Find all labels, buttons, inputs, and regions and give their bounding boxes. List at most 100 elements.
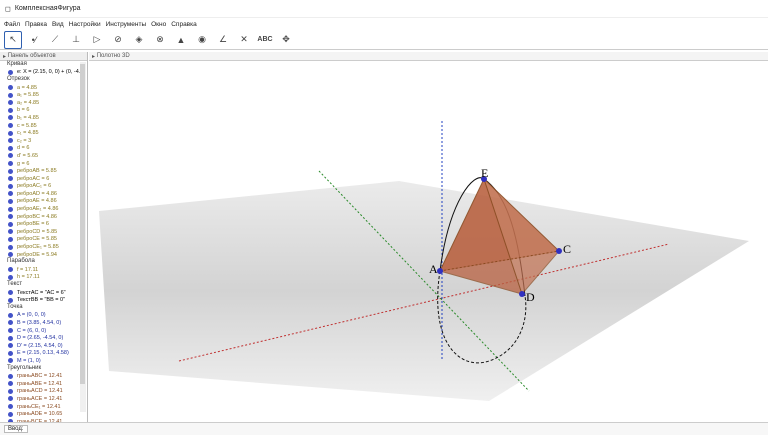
menu-item[interactable]: Файл — [4, 21, 20, 28]
category-header[interactable]: Отрезок — [0, 76, 87, 84]
algebra-item[interactable]: f = 17.11 — [0, 266, 87, 274]
rotate-view-icon[interactable]: ✥ — [277, 31, 295, 49]
visibility-toggle-icon[interactable] — [8, 107, 13, 113]
algebra-item[interactable]: E = (2.15, 0.13, 4.58) — [0, 350, 87, 358]
reflect-tool-icon[interactable]: ✕ — [235, 31, 253, 49]
visibility-toggle-icon[interactable] — [8, 244, 13, 250]
visibility-toggle-icon[interactable] — [8, 404, 13, 410]
category-header[interactable]: Текст — [0, 281, 87, 289]
visibility-toggle-icon[interactable] — [8, 214, 13, 220]
point-a[interactable] — [437, 268, 443, 274]
category-header[interactable]: Кривая — [0, 61, 87, 69]
visibility-toggle-icon[interactable] — [8, 145, 13, 151]
algebra-item[interactable]: реброAE₁ = 4.86 — [0, 205, 87, 213]
visibility-toggle-icon[interactable] — [8, 198, 13, 204]
perpendicular-tool-icon[interactable]: ⊥ — [67, 31, 85, 49]
point-tool-icon[interactable]: •⁄ — [25, 31, 43, 49]
visibility-toggle-icon[interactable] — [8, 92, 13, 98]
algebra-item[interactable]: a₁ = 5.85 — [0, 91, 87, 99]
visibility-toggle-icon[interactable] — [8, 229, 13, 235]
menu-item[interactable]: Окно — [151, 21, 166, 28]
category-header[interactable]: Парабола — [0, 258, 87, 266]
visibility-toggle-icon[interactable] — [8, 396, 13, 402]
algebra-item[interactable]: реброAC₁ = 6 — [0, 183, 87, 191]
move-tool-icon[interactable]: ↖ — [4, 30, 22, 49]
algebra-item[interactable]: граньACE = 12.41 — [0, 395, 87, 403]
algebra-item[interactable]: c = 5.85 — [0, 122, 87, 130]
visibility-toggle-icon[interactable] — [8, 350, 13, 356]
graphics-3d-view[interactable]: ▸ Полотно 3D A C D E — [89, 52, 768, 422]
input-label[interactable]: Ввод: — [4, 425, 28, 433]
algebra-item[interactable]: реброCE₁ = 5.85 — [0, 243, 87, 251]
algebra-item[interactable]: B = (3.85, 4.54, 0) — [0, 319, 87, 327]
algebra-item[interactable]: e: X = (2.15, 0, 0) + (0, -4... — [0, 69, 87, 77]
visibility-toggle-icon[interactable] — [8, 69, 13, 75]
visibility-toggle-icon[interactable] — [8, 252, 13, 258]
text-tool-icon[interactable]: ABC — [256, 31, 274, 49]
polygon-tool-icon[interactable]: ▷ — [88, 31, 106, 49]
menu-item[interactable]: Справка — [171, 21, 197, 28]
algebra-item[interactable]: реброDE = 5.94 — [0, 251, 87, 259]
algebra-item[interactable]: реброAB = 5.85 — [0, 167, 87, 175]
scene-3d[interactable]: A C D E — [89, 61, 768, 422]
algebra-item[interactable]: g = 6 — [0, 160, 87, 168]
algebra-item[interactable]: d = 6 — [0, 145, 87, 153]
algebra-item[interactable]: реброBC = 4.86 — [0, 213, 87, 221]
visibility-toggle-icon[interactable] — [8, 130, 13, 136]
algebra-item[interactable]: реброAE = 4.86 — [0, 198, 87, 206]
visibility-toggle-icon[interactable] — [8, 100, 13, 106]
algebra-item[interactable]: реброCE = 5.85 — [0, 236, 87, 244]
algebra-item[interactable]: a₂ = 4.85 — [0, 99, 87, 107]
visibility-toggle-icon[interactable] — [8, 191, 13, 197]
visibility-toggle-icon[interactable] — [8, 328, 13, 334]
algebra-item[interactable]: M = (1, 0) — [0, 357, 87, 365]
visibility-toggle-icon[interactable] — [8, 176, 13, 182]
algebra-item[interactable]: D = (2.65, -4.54, 0) — [0, 334, 87, 342]
visibility-toggle-icon[interactable] — [8, 123, 13, 129]
visibility-toggle-icon[interactable] — [8, 138, 13, 144]
menu-item[interactable]: Правка — [25, 21, 47, 28]
pyramid-tool-icon[interactable]: ▲ — [172, 31, 190, 49]
algebra-item[interactable]: b₁ = 4.85 — [0, 114, 87, 122]
algebra-item[interactable]: граньACD = 12.41 — [0, 388, 87, 396]
visibility-toggle-icon[interactable] — [8, 320, 13, 326]
intersect-surfaces-icon[interactable]: ⊗ — [151, 31, 169, 49]
algebra-item[interactable]: c₁ = 4.85 — [0, 129, 87, 137]
algebra-item[interactable]: граньABC = 12.41 — [0, 372, 87, 380]
category-header[interactable]: Точка — [0, 304, 87, 312]
visibility-toggle-icon[interactable] — [8, 381, 13, 387]
algebra-item[interactable]: ТекстAC = "AC = 6" — [0, 289, 87, 297]
algebra-item[interactable]: реброAD = 4.86 — [0, 190, 87, 198]
algebra-item[interactable]: ТекстBB = "BB = 0" — [0, 296, 87, 304]
visibility-toggle-icon[interactable] — [8, 274, 13, 280]
algebra-item[interactable]: реброAC = 6 — [0, 175, 87, 183]
sphere-tool-icon[interactable]: ◉ — [193, 31, 211, 49]
algebra-item[interactable]: h = 17.11 — [0, 274, 87, 282]
plane-tool-icon[interactable]: ◈ — [130, 31, 148, 49]
algebra-scrollbar[interactable] — [80, 62, 86, 412]
visibility-toggle-icon[interactable] — [8, 290, 13, 296]
algebra-item[interactable]: c₂ = 3 — [0, 137, 87, 145]
algebra-item[interactable]: граньADE = 10.65 — [0, 410, 87, 418]
algebra-item[interactable]: реброCD = 5.85 — [0, 228, 87, 236]
algebra-item[interactable]: a = 4.85 — [0, 84, 87, 92]
visibility-toggle-icon[interactable] — [8, 153, 13, 159]
visibility-toggle-icon[interactable] — [8, 335, 13, 341]
category-header[interactable]: Треугольник — [0, 365, 87, 373]
visibility-toggle-icon[interactable] — [8, 373, 13, 379]
algebra-item[interactable]: D' = (2.15, 4.54, 0) — [0, 342, 87, 350]
algebra-item[interactable]: реброBE = 6 — [0, 220, 87, 228]
visibility-toggle-icon[interactable] — [8, 183, 13, 189]
visibility-toggle-icon[interactable] — [8, 115, 13, 121]
algebra-item[interactable]: граньCE₁ = 12.41 — [0, 403, 87, 411]
visibility-toggle-icon[interactable] — [8, 221, 13, 227]
visibility-toggle-icon[interactable] — [8, 161, 13, 167]
algebra-item[interactable]: d' = 5.65 — [0, 152, 87, 160]
input-bar[interactable]: Ввод: — [0, 422, 768, 435]
menu-item[interactable]: Настройки — [69, 21, 101, 28]
visibility-toggle-icon[interactable] — [8, 206, 13, 212]
visibility-toggle-icon[interactable] — [8, 312, 13, 318]
point-d[interactable] — [519, 291, 525, 297]
algebra-item[interactable]: b = 6 — [0, 107, 87, 115]
visibility-toggle-icon[interactable] — [8, 85, 13, 91]
